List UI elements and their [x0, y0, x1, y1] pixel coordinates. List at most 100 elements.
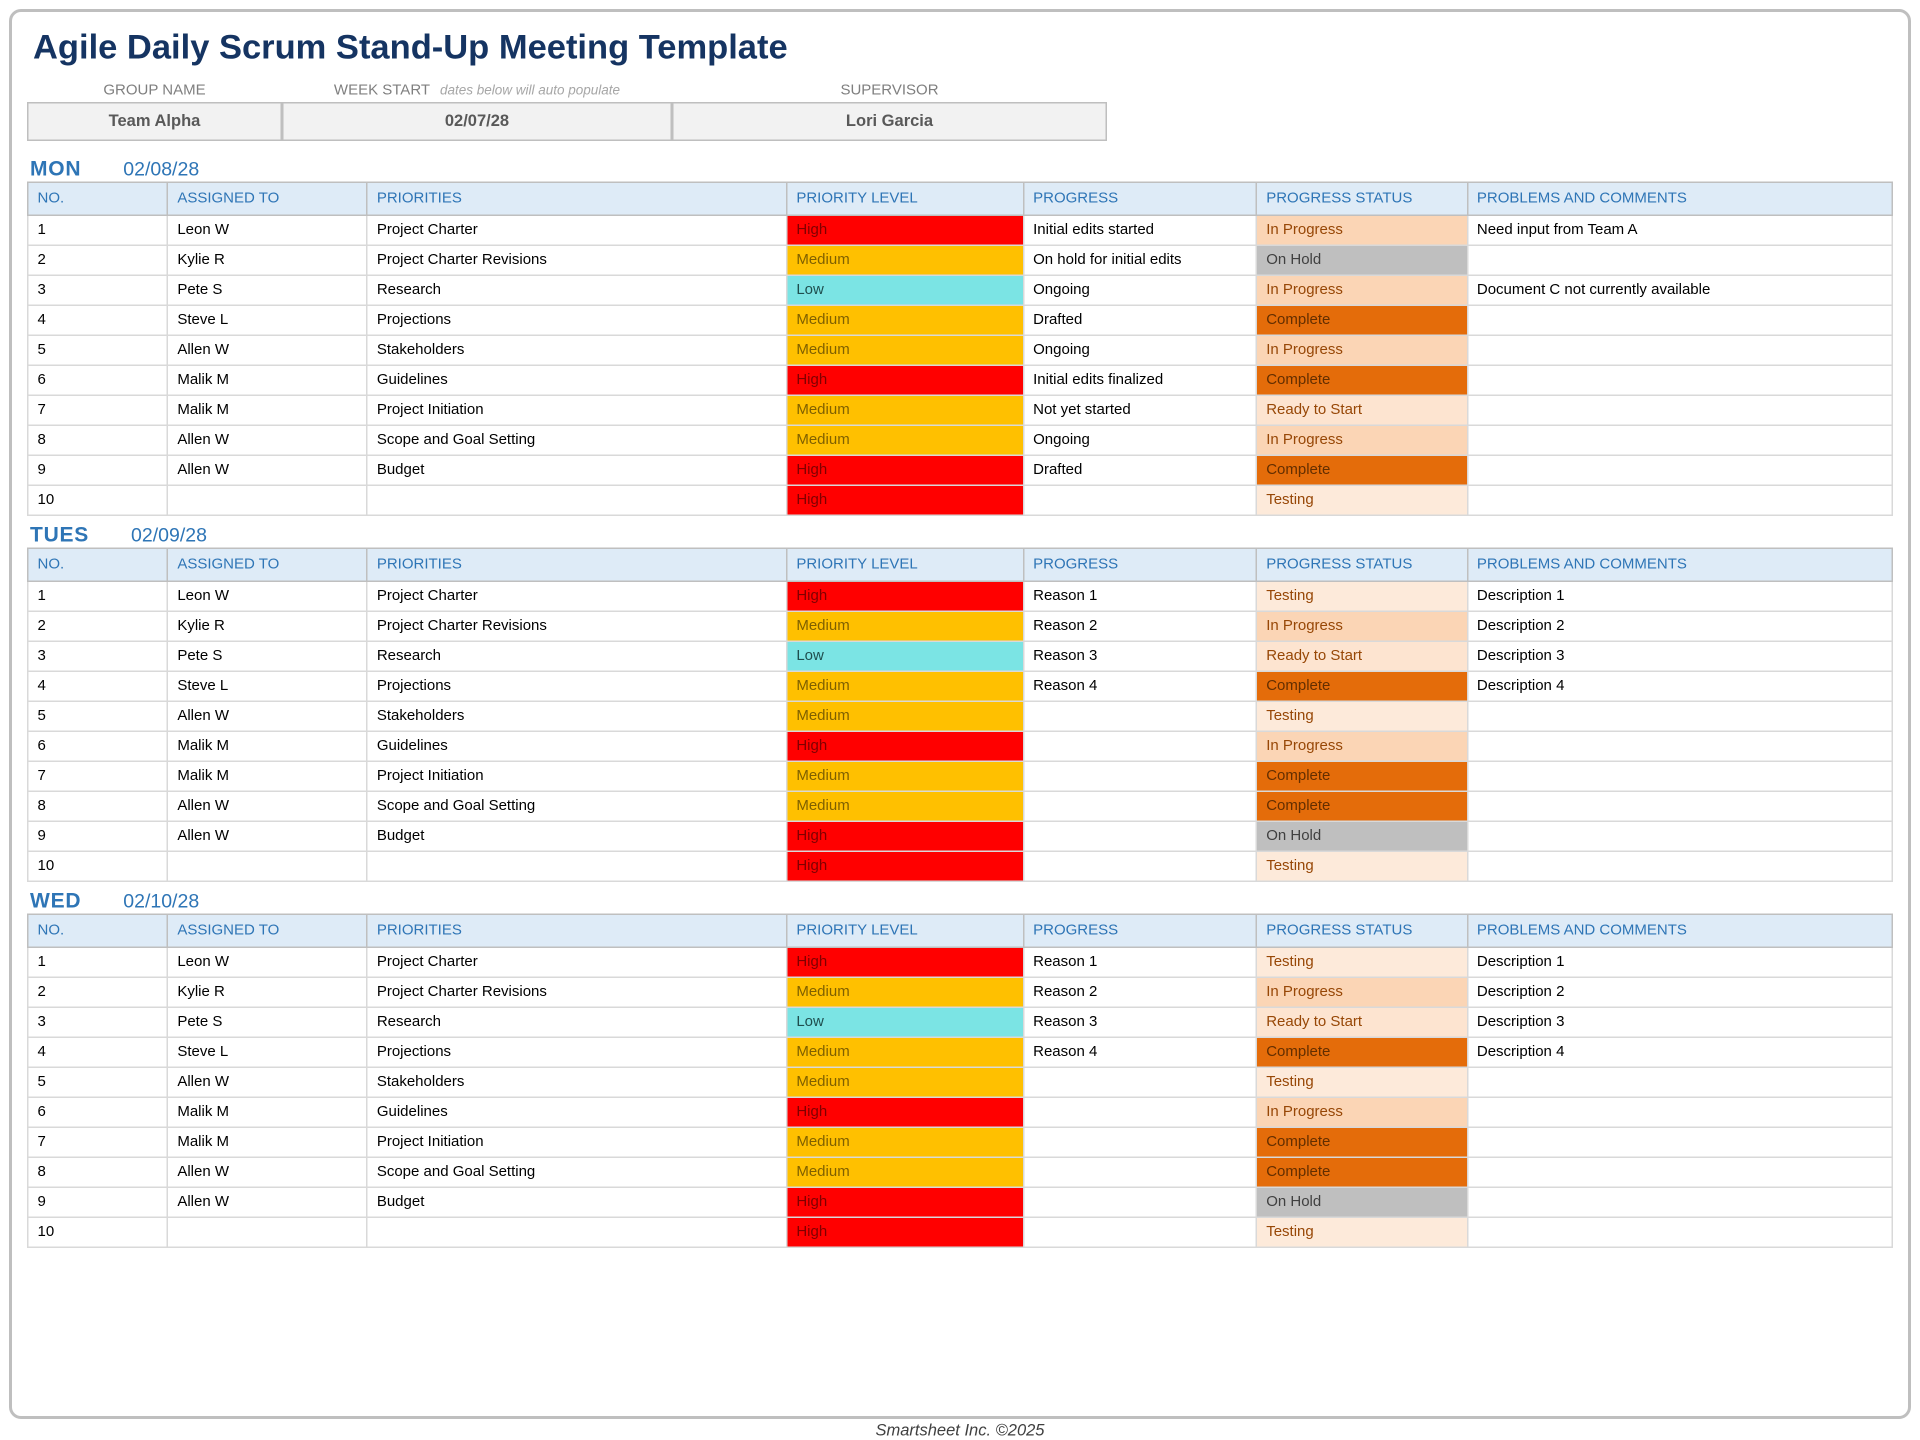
- cell-assigned[interactable]: Steve L: [168, 671, 368, 701]
- cell-progress[interactable]: [1023, 761, 1256, 791]
- cell-progress[interactable]: [1023, 791, 1256, 821]
- cell-progress[interactable]: Reason 2: [1023, 977, 1256, 1007]
- cell-progress-status[interactable]: In Progress: [1256, 611, 1467, 641]
- cell-progress-status[interactable]: In Progress: [1256, 977, 1467, 1007]
- cell-assigned[interactable]: Steve L: [168, 305, 368, 335]
- cell-progress-status[interactable]: Complete: [1256, 761, 1467, 791]
- cell-assigned[interactable]: [168, 1217, 368, 1247]
- cell-no[interactable]: 7: [28, 761, 168, 791]
- cell-priorities[interactable]: Scope and Goal Setting: [367, 791, 787, 821]
- cell-progress-status[interactable]: Testing: [1256, 851, 1467, 881]
- cell-assigned[interactable]: Malik M: [168, 731, 368, 761]
- cell-priorities[interactable]: Budget: [367, 455, 787, 485]
- cell-progress[interactable]: Drafted: [1023, 305, 1256, 335]
- cell-no[interactable]: 10: [28, 851, 168, 881]
- cell-progress-status[interactable]: In Progress: [1256, 275, 1467, 305]
- cell-progress[interactable]: Reason 4: [1023, 671, 1256, 701]
- cell-progress-status[interactable]: Complete: [1256, 455, 1467, 485]
- cell-progress-status[interactable]: In Progress: [1256, 335, 1467, 365]
- cell-comments[interactable]: [1467, 701, 1892, 731]
- cell-assigned[interactable]: Leon W: [168, 581, 368, 611]
- cell-progress-status[interactable]: On Hold: [1256, 1187, 1467, 1217]
- cell-priority-level[interactable]: Medium: [787, 671, 1024, 701]
- cell-progress[interactable]: Reason 4: [1023, 1037, 1256, 1067]
- cell-no[interactable]: 9: [28, 455, 168, 485]
- cell-progress-status[interactable]: In Progress: [1256, 1097, 1467, 1127]
- cell-comments[interactable]: Description 4: [1467, 671, 1892, 701]
- cell-progress[interactable]: Reason 3: [1023, 641, 1256, 671]
- cell-comments[interactable]: [1467, 1097, 1892, 1127]
- cell-progress-status[interactable]: Complete: [1256, 365, 1467, 395]
- cell-priorities[interactable]: Project Charter: [367, 581, 787, 611]
- cell-no[interactable]: 10: [28, 485, 168, 515]
- cell-progress[interactable]: Initial edits started: [1023, 215, 1256, 245]
- cell-priorities[interactable]: Scope and Goal Setting: [367, 425, 787, 455]
- cell-priority-level[interactable]: Medium: [787, 701, 1024, 731]
- cell-progress[interactable]: Reason 1: [1023, 947, 1256, 977]
- cell-progress[interactable]: [1023, 821, 1256, 851]
- cell-progress-status[interactable]: Testing: [1256, 701, 1467, 731]
- cell-comments[interactable]: Description 4: [1467, 1037, 1892, 1067]
- cell-comments[interactable]: [1467, 1157, 1892, 1187]
- cell-comments[interactable]: Description 2: [1467, 977, 1892, 1007]
- cell-comments[interactable]: [1467, 851, 1892, 881]
- cell-assigned[interactable]: Allen W: [168, 455, 368, 485]
- cell-no[interactable]: 6: [28, 731, 168, 761]
- cell-assigned[interactable]: Kylie R: [168, 977, 368, 1007]
- cell-no[interactable]: 3: [28, 641, 168, 671]
- cell-comments[interactable]: [1467, 791, 1892, 821]
- cell-assigned[interactable]: Pete S: [168, 275, 368, 305]
- cell-priority-level[interactable]: Medium: [787, 611, 1024, 641]
- cell-priorities[interactable]: Budget: [367, 821, 787, 851]
- cell-progress[interactable]: Not yet started: [1023, 395, 1256, 425]
- cell-priority-level[interactable]: High: [787, 1187, 1024, 1217]
- cell-progress[interactable]: Reason 3: [1023, 1007, 1256, 1037]
- cell-progress[interactable]: [1023, 1067, 1256, 1097]
- cell-no[interactable]: 4: [28, 305, 168, 335]
- cell-priority-level[interactable]: Medium: [787, 791, 1024, 821]
- cell-progress[interactable]: [1023, 1187, 1256, 1217]
- cell-assigned[interactable]: Allen W: [168, 821, 368, 851]
- cell-priorities[interactable]: Stakeholders: [367, 701, 787, 731]
- cell-priority-level[interactable]: High: [787, 485, 1024, 515]
- meta-value-supervisor[interactable]: Lori Garcia: [672, 102, 1107, 141]
- cell-comments[interactable]: [1467, 455, 1892, 485]
- cell-assigned[interactable]: Malik M: [168, 395, 368, 425]
- cell-comments[interactable]: [1467, 731, 1892, 761]
- cell-comments[interactable]: Description 3: [1467, 1007, 1892, 1037]
- meta-value-group[interactable]: Team Alpha: [27, 102, 282, 141]
- cell-priorities[interactable]: Guidelines: [367, 731, 787, 761]
- cell-priorities[interactable]: Projections: [367, 1037, 787, 1067]
- cell-progress[interactable]: [1023, 1097, 1256, 1127]
- cell-assigned[interactable]: Leon W: [168, 947, 368, 977]
- cell-progress-status[interactable]: In Progress: [1256, 215, 1467, 245]
- cell-priorities[interactable]: Research: [367, 1007, 787, 1037]
- cell-progress[interactable]: On hold for initial edits: [1023, 245, 1256, 275]
- cell-progress-status[interactable]: On Hold: [1256, 245, 1467, 275]
- cell-assigned[interactable]: Malik M: [168, 761, 368, 791]
- cell-priorities[interactable]: Project Charter Revisions: [367, 977, 787, 1007]
- cell-progress-status[interactable]: On Hold: [1256, 821, 1467, 851]
- cell-no[interactable]: 1: [28, 215, 168, 245]
- cell-progress[interactable]: Ongoing: [1023, 425, 1256, 455]
- cell-no[interactable]: 2: [28, 611, 168, 641]
- cell-progress-status[interactable]: Testing: [1256, 1217, 1467, 1247]
- meta-value-week[interactable]: 02/07/28: [282, 102, 672, 141]
- cell-comments[interactable]: Description 2: [1467, 611, 1892, 641]
- cell-progress-status[interactable]: Complete: [1256, 671, 1467, 701]
- cell-progress[interactable]: [1023, 701, 1256, 731]
- cell-priority-level[interactable]: Medium: [787, 305, 1024, 335]
- cell-no[interactable]: 5: [28, 335, 168, 365]
- cell-comments[interactable]: Description 1: [1467, 581, 1892, 611]
- cell-progress-status[interactable]: Complete: [1256, 1157, 1467, 1187]
- cell-comments[interactable]: [1467, 1187, 1892, 1217]
- cell-priorities[interactable]: Research: [367, 275, 787, 305]
- cell-priority-level[interactable]: High: [787, 455, 1024, 485]
- cell-progress-status[interactable]: In Progress: [1256, 425, 1467, 455]
- cell-priorities[interactable]: Projections: [367, 305, 787, 335]
- cell-progress-status[interactable]: Complete: [1256, 1037, 1467, 1067]
- cell-progress-status[interactable]: In Progress: [1256, 731, 1467, 761]
- cell-priorities[interactable]: Scope and Goal Setting: [367, 1157, 787, 1187]
- cell-progress[interactable]: [1023, 731, 1256, 761]
- cell-assigned[interactable]: Allen W: [168, 335, 368, 365]
